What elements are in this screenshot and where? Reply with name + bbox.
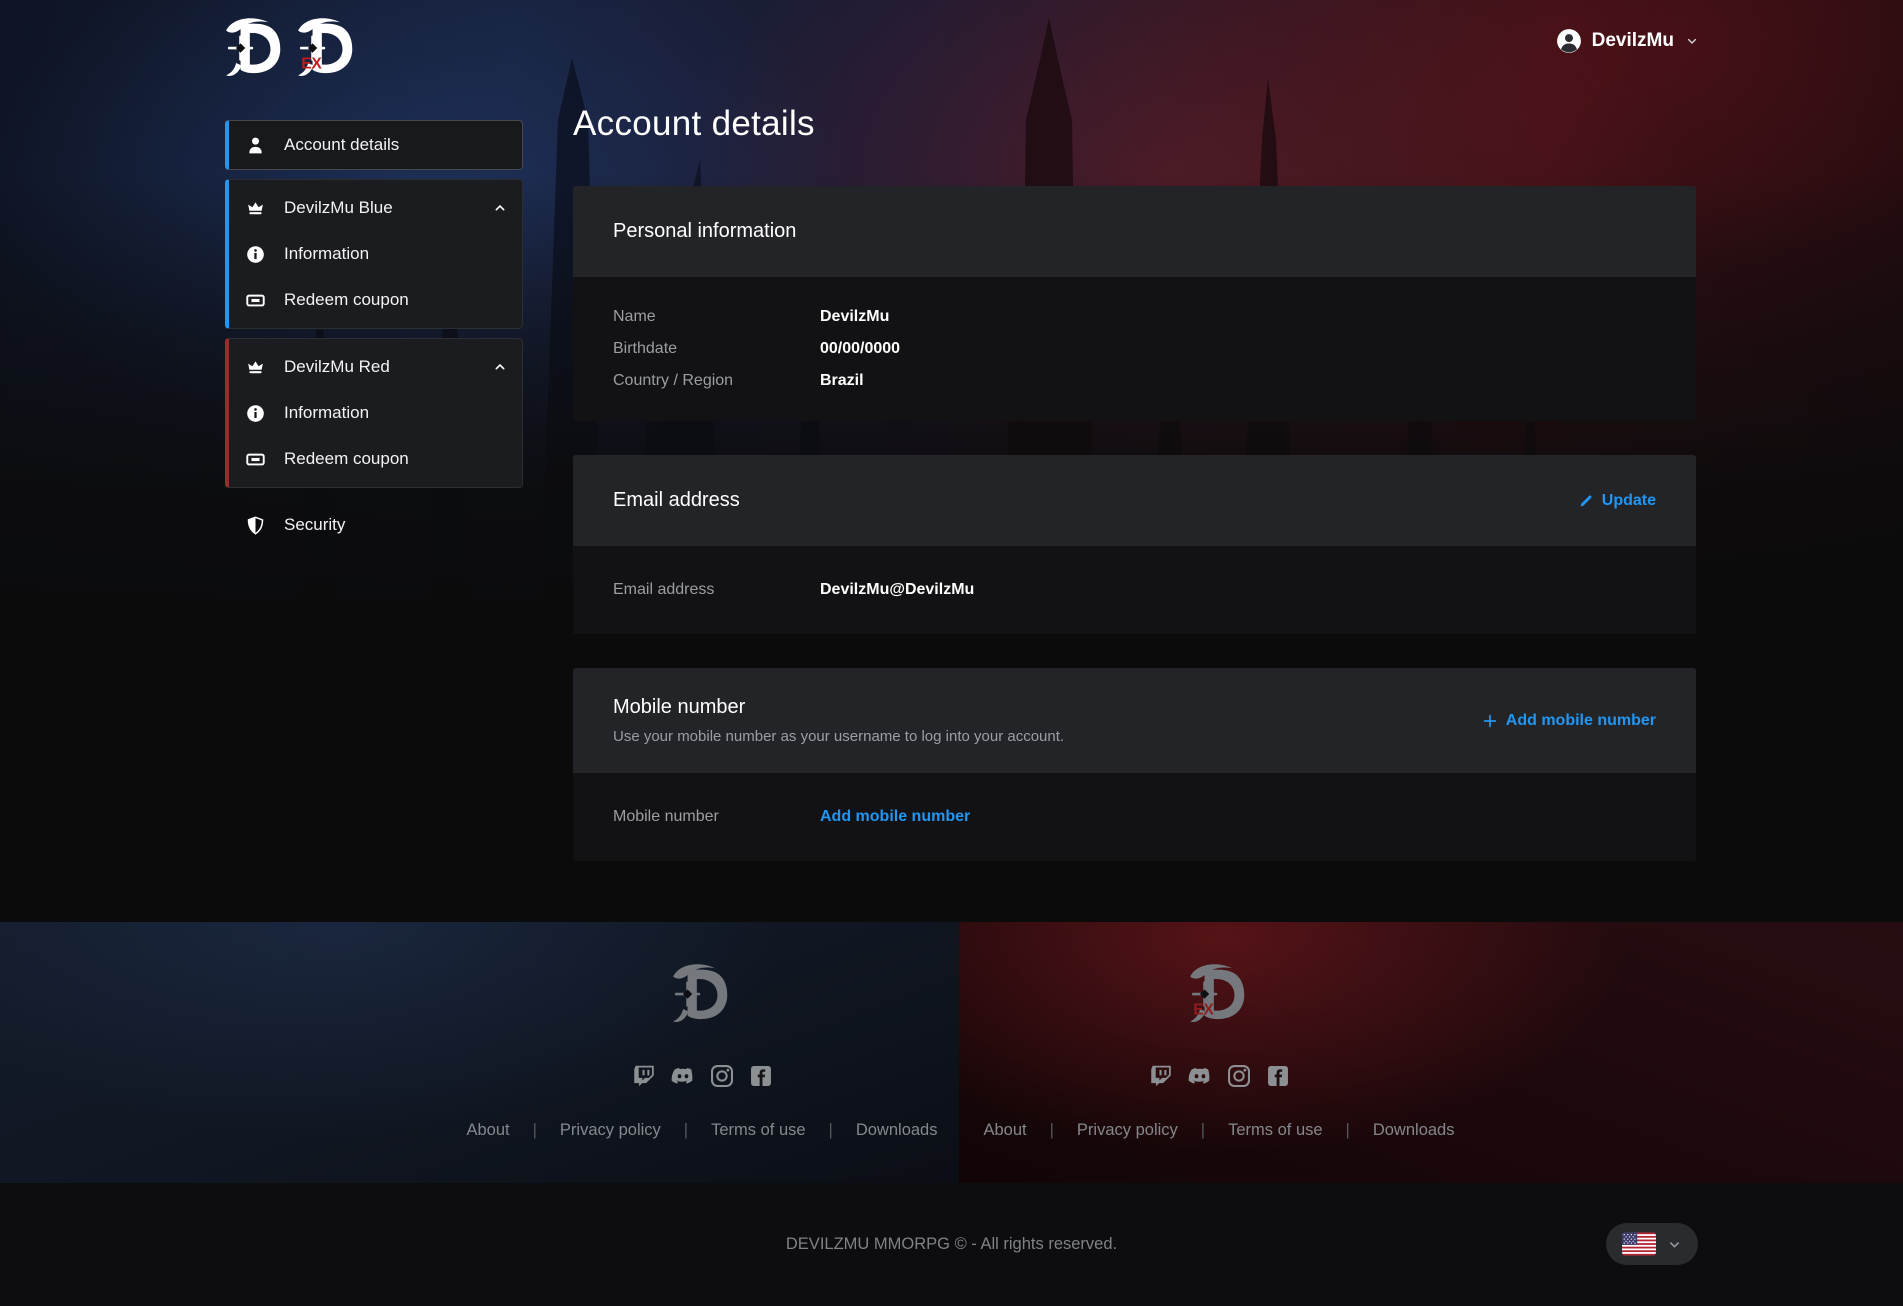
sidebar-item-label: Redeem coupon [284, 449, 508, 469]
mobile-card-heading: Mobile number Use your mobile number as … [613, 696, 1064, 745]
info-row-name: Name DevilzMu [613, 301, 1656, 333]
field-label: Country / Region [613, 372, 820, 390]
card-title: Email address [613, 489, 740, 512]
footer-link-downloads[interactable]: Downloads [1350, 1121, 1478, 1140]
user-name: DevilzMu [1592, 30, 1674, 52]
footer-links: About | Privacy policy | Terms of use | … [909, 1121, 1529, 1140]
facebook-icon[interactable] [1265, 1063, 1291, 1089]
email-address-card: Email address Update Email address Devil… [573, 455, 1696, 634]
page-title: Account details [573, 104, 1696, 144]
chevron-down-icon [1684, 33, 1700, 49]
sidebar: Account details DevilzMu Blue In [225, 120, 523, 548]
sidebar-item-label: Account details [284, 135, 508, 155]
avatar-icon [1556, 28, 1582, 54]
sidebar-group-label: DevilzMu Blue [284, 198, 474, 218]
shield-icon [245, 515, 266, 536]
field-value: DevilzMu@DevilzMu [820, 581, 974, 599]
twitch-icon[interactable] [1148, 1063, 1174, 1089]
devilzmu-logo-icon[interactable] [222, 12, 288, 82]
main-content: Account details Personal information Nam… [573, 104, 1696, 895]
info-row-birthdate: Birthdate 00/00/0000 [613, 333, 1656, 365]
sidebar-item-redeem-coupon-red[interactable]: Redeem coupon [229, 436, 522, 482]
card-title: Personal information [613, 220, 796, 243]
add-mobile-number-label: Add mobile number [1506, 712, 1656, 730]
sidebar-group-devilzmu-red: DevilzMu Red Information Redeem coup [225, 338, 523, 488]
account-page: EX DevilzMu Account details [0, 0, 1903, 1306]
user-menu[interactable]: DevilzMu [1556, 28, 1700, 54]
field-label: Name [613, 308, 820, 326]
sidebar-item-information-blue[interactable]: Information [229, 231, 522, 277]
info-row-email: Email address DevilzMu@DevilzMu [613, 574, 1656, 606]
crown-icon [245, 198, 266, 219]
footer-link-about[interactable]: About [444, 1121, 533, 1140]
field-value: Brazil [820, 372, 864, 390]
footer-devilzmu-blue-panel: About | Privacy policy | Terms of use | … [0, 922, 959, 1183]
plus-icon [1482, 713, 1498, 729]
personal-information-card: Personal information Name DevilzMu Birth… [573, 186, 1696, 421]
update-email-label: Update [1602, 492, 1656, 510]
chevron-up-icon [492, 359, 508, 375]
sidebar-group-header-devilzmu-red[interactable]: DevilzMu Red [229, 344, 522, 390]
ex-badge: EX [1193, 1002, 1214, 1019]
person-icon [245, 135, 266, 156]
footer-link-privacy-policy[interactable]: Privacy policy [537, 1121, 684, 1140]
field-label: Birthdate [613, 340, 820, 358]
footer: About | Privacy policy | Terms of use | … [0, 922, 1903, 1183]
footer-link-about[interactable]: About [961, 1121, 1050, 1140]
bottom-bar: DEVILZMU MMORPG © - All rights reserved. [0, 1183, 1903, 1306]
us-flag-icon [1622, 1232, 1656, 1256]
info-row-country: Country / Region Brazil [613, 365, 1656, 397]
info-row-mobile: Mobile number Add mobile number [613, 801, 1656, 833]
discord-icon[interactable] [1187, 1063, 1213, 1089]
chevron-up-icon [492, 200, 508, 216]
sidebar-group-devilzmu-blue: DevilzMu Blue Information Redeem cou [225, 179, 523, 329]
sidebar-group-header-devilzmu-blue[interactable]: DevilzMu Blue [229, 185, 522, 231]
footer-link-terms-of-use[interactable]: Terms of use [1205, 1121, 1345, 1140]
facebook-icon[interactable] [748, 1063, 774, 1089]
footer-link-privacy-policy[interactable]: Privacy policy [1054, 1121, 1201, 1140]
card-subtitle: Use your mobile number as your username … [613, 728, 1064, 745]
sidebar-group-label: DevilzMu Red [284, 357, 474, 377]
sidebar-item-label: Security [284, 515, 509, 535]
footer-devilzmu-ex-logo-icon[interactable]: EX [1186, 958, 1252, 1028]
add-mobile-number-button[interactable]: Add mobile number [1482, 712, 1656, 730]
ticket-icon [245, 449, 266, 470]
field-label: Mobile number [613, 808, 820, 826]
devilzmu-ex-logo-icon[interactable]: EX [294, 12, 360, 82]
discord-icon[interactable] [670, 1063, 696, 1089]
sidebar-item-label: Information [284, 403, 508, 423]
mobile-number-card: Mobile number Use your mobile number as … [573, 668, 1696, 861]
ex-badge: EX [301, 56, 322, 73]
twitch-icon[interactable] [631, 1063, 657, 1089]
field-value: 00/00/0000 [820, 340, 900, 358]
social-links [909, 1063, 1529, 1089]
field-label: Email address [613, 581, 820, 599]
sidebar-item-redeem-coupon-blue[interactable]: Redeem coupon [229, 277, 522, 323]
info-icon [245, 403, 266, 424]
crown-icon [245, 357, 266, 378]
pencil-icon [1578, 493, 1594, 509]
sidebar-item-information-red[interactable]: Information [229, 390, 522, 436]
info-icon [245, 244, 266, 265]
sidebar-item-label: Redeem coupon [284, 290, 508, 310]
footer-devilzmu-red-panel: EX [959, 922, 1903, 1183]
footer-link-terms-of-use[interactable]: Terms of use [688, 1121, 828, 1140]
card-title: Mobile number [613, 696, 1064, 719]
sidebar-item-account-details[interactable]: Account details [225, 120, 523, 170]
add-mobile-number-link[interactable]: Add mobile number [820, 808, 970, 826]
field-value: DevilzMu [820, 308, 889, 326]
update-email-button[interactable]: Update [1578, 492, 1656, 510]
instagram-icon[interactable] [1226, 1063, 1252, 1089]
sidebar-item-label: Information [284, 244, 508, 264]
brand-logos: EX [222, 12, 360, 82]
sidebar-item-security[interactable]: Security [225, 502, 523, 548]
ticket-icon [245, 290, 266, 311]
chevron-down-icon [1667, 1237, 1682, 1252]
language-selector[interactable] [1606, 1223, 1698, 1265]
footer-devilzmu-logo-icon[interactable] [669, 958, 735, 1028]
instagram-icon[interactable] [709, 1063, 735, 1089]
